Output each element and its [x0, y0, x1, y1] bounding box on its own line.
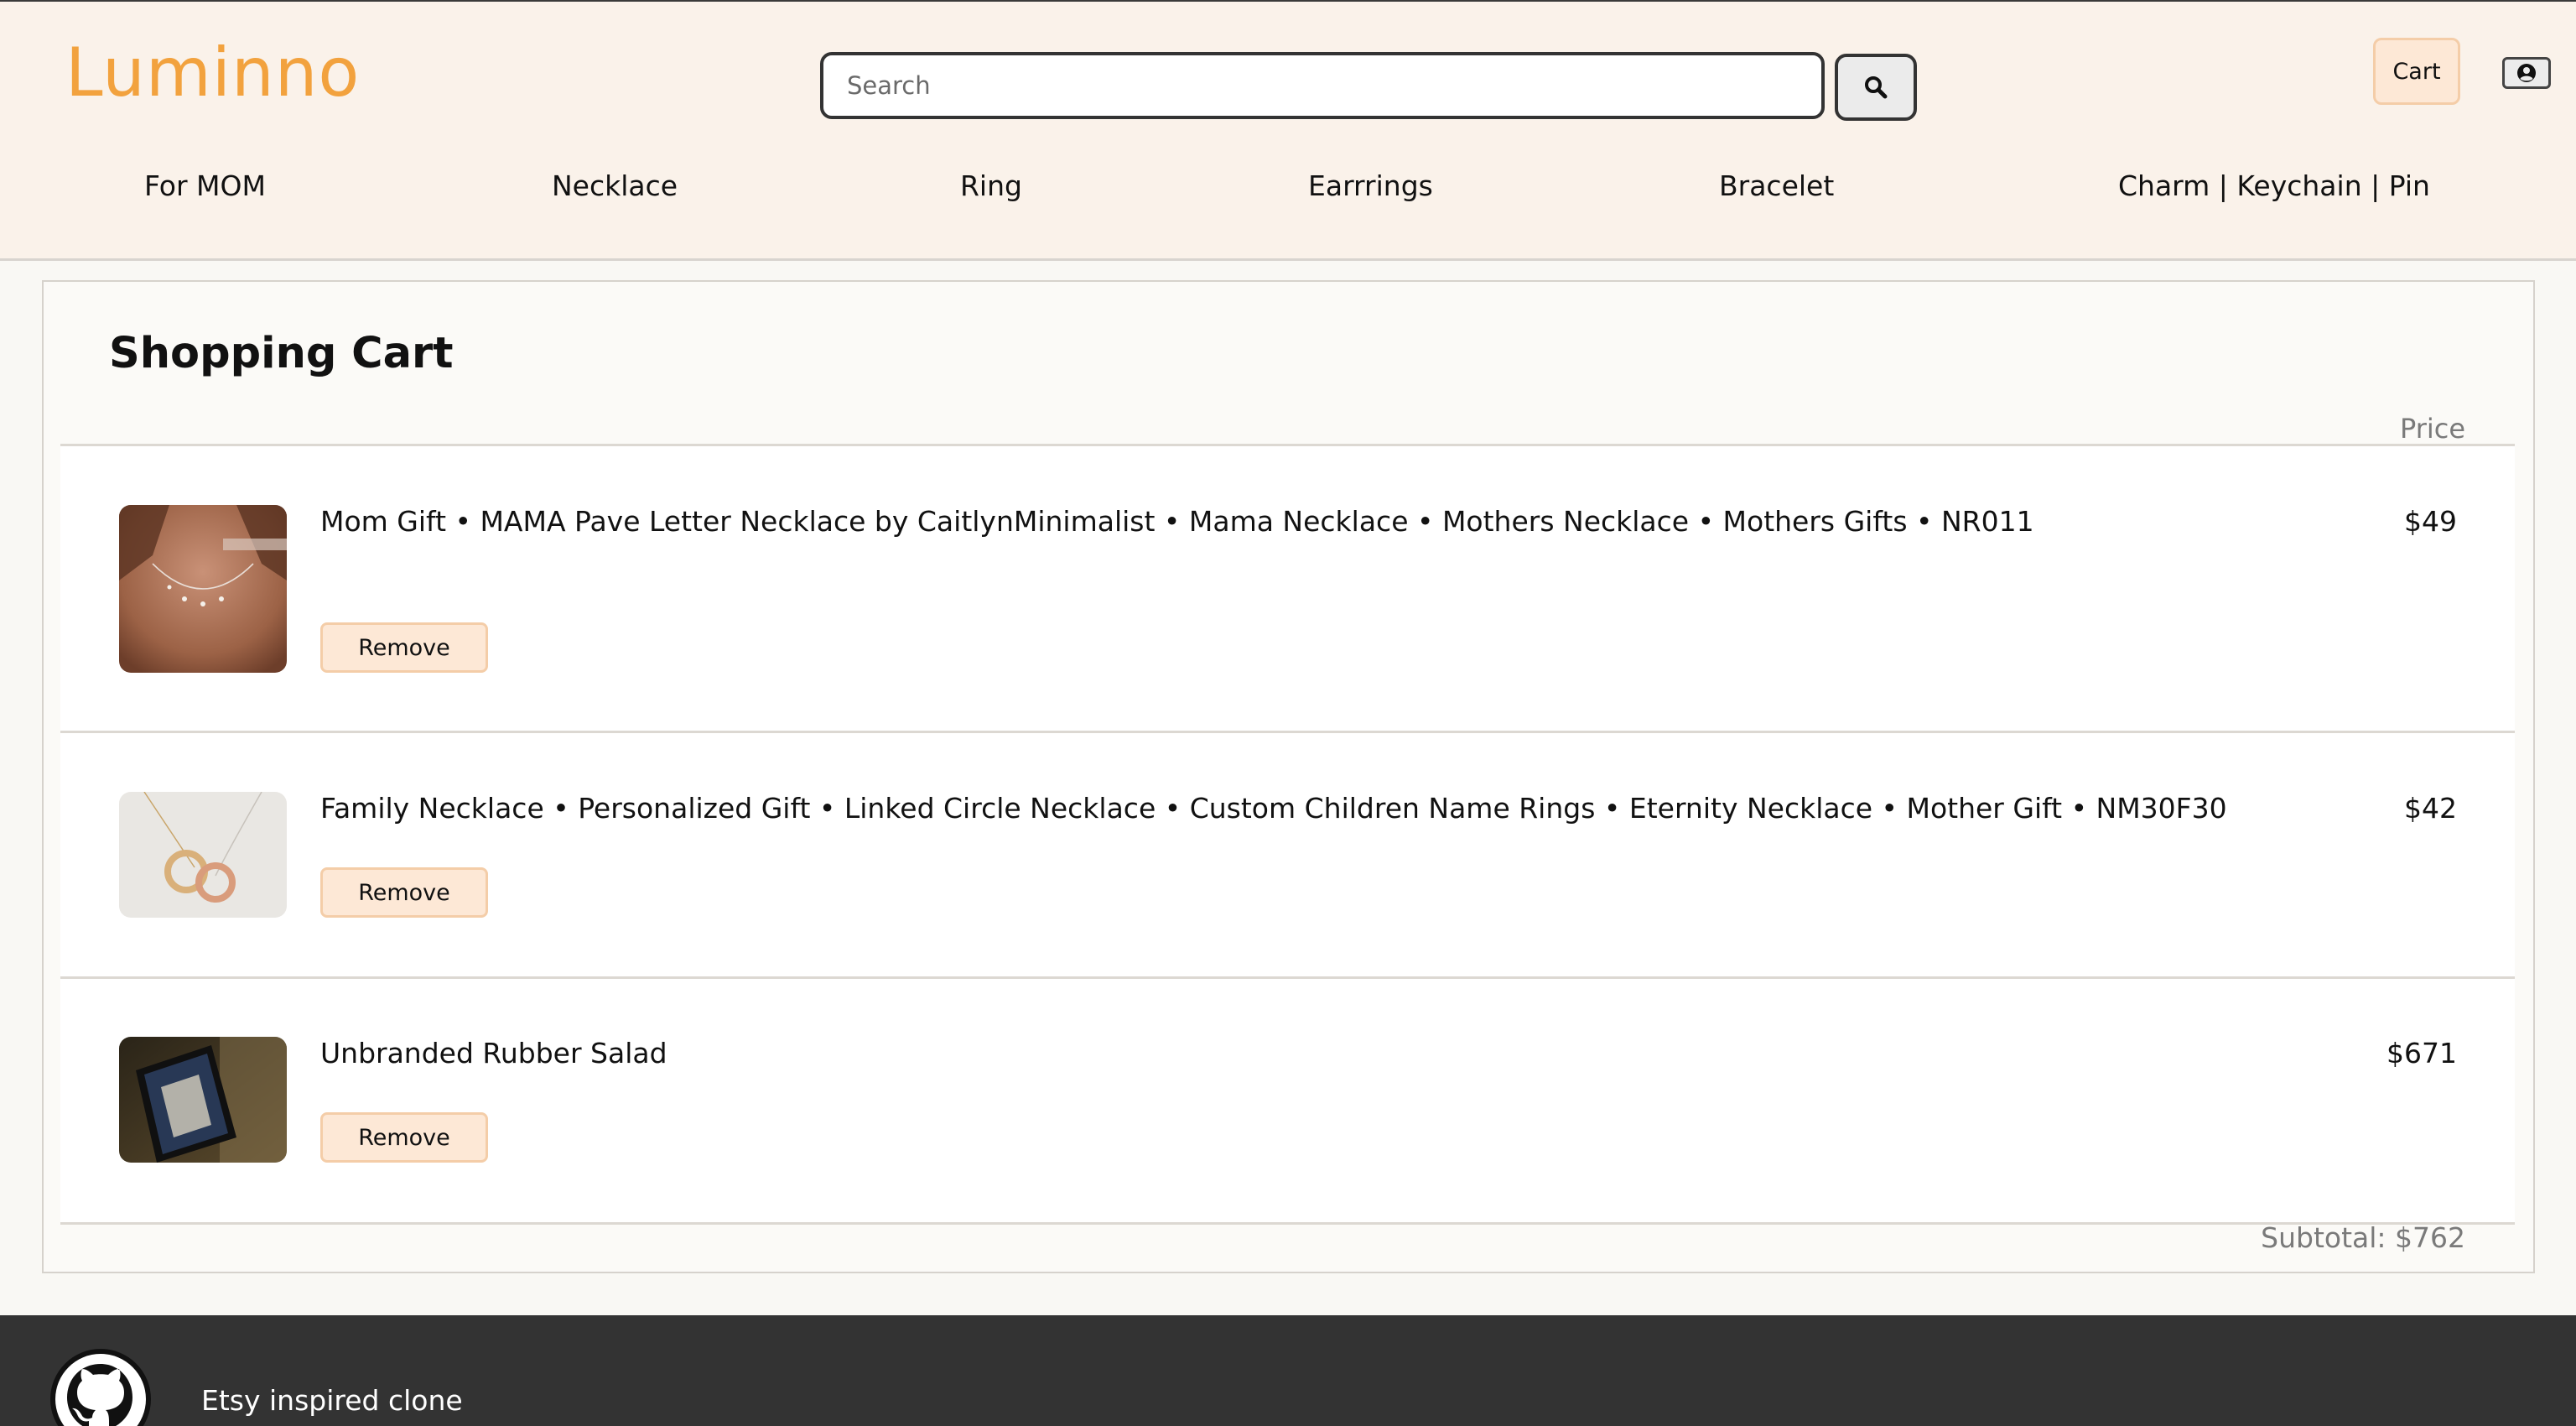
- cart-item-row: [60, 979, 2515, 1222]
- cart-item-title[interactable]: Family Necklace • Personalized Gift • Li…: [320, 792, 2227, 825]
- product-thumbnail[interactable]: [119, 505, 287, 673]
- cart-item-price: $671: [2386, 1037, 2457, 1070]
- cart-item-price: $42: [2404, 792, 2457, 825]
- remove-button[interactable]: Remove: [320, 1112, 488, 1163]
- remove-button[interactable]: Remove: [320, 622, 488, 673]
- search-icon: [1865, 76, 1888, 99]
- site-footer: Etsy inspired clone: [0, 1315, 2576, 1426]
- search-button[interactable]: [1835, 54, 1917, 121]
- nav-item-charm-keychain-pin[interactable]: Charm | Keychain | Pin: [2118, 169, 2430, 202]
- product-thumbnail[interactable]: [119, 1037, 287, 1163]
- divider: [60, 1222, 2515, 1225]
- user-button[interactable]: [2502, 57, 2551, 89]
- page-title: Shopping Cart: [109, 329, 454, 378]
- nav-item-earrings[interactable]: Earrrings: [1308, 169, 1433, 202]
- product-thumbnail[interactable]: [119, 792, 287, 918]
- nav-item-bracelet[interactable]: Bracelet: [1719, 169, 1834, 202]
- remove-button[interactable]: Remove: [320, 867, 488, 918]
- nav-item-necklace[interactable]: Necklace: [552, 169, 678, 202]
- cart-button[interactable]: Cart: [2373, 38, 2460, 105]
- cart-item-title[interactable]: Unbranded Rubber Salad: [320, 1037, 667, 1070]
- category-nav: For MOM Necklace Ring Earrrings Bracelet…: [0, 169, 2576, 213]
- nav-item-ring[interactable]: Ring: [960, 169, 1022, 202]
- nav-item-for-mom[interactable]: For MOM: [144, 169, 266, 202]
- subtotal: Subtotal: $762: [2261, 1221, 2465, 1254]
- cart-item-row: [60, 446, 2515, 731]
- cart-item-title[interactable]: Mom Gift • MAMA Pave Letter Necklace by …: [320, 505, 2034, 538]
- site-header: Luminno Cart For MOM Necklace Ring Earrr…: [0, 2, 2576, 261]
- price-column-header: Price: [2400, 413, 2466, 445]
- search-input[interactable]: [820, 52, 1825, 119]
- cart-item-row: [60, 733, 2515, 976]
- footer-text: Etsy inspired clone: [201, 1384, 463, 1417]
- logo[interactable]: Luminno: [65, 34, 360, 112]
- user-circle-icon: [2517, 64, 2536, 82]
- github-icon[interactable]: [49, 1347, 153, 1426]
- cart-item-price: $49: [2404, 505, 2457, 538]
